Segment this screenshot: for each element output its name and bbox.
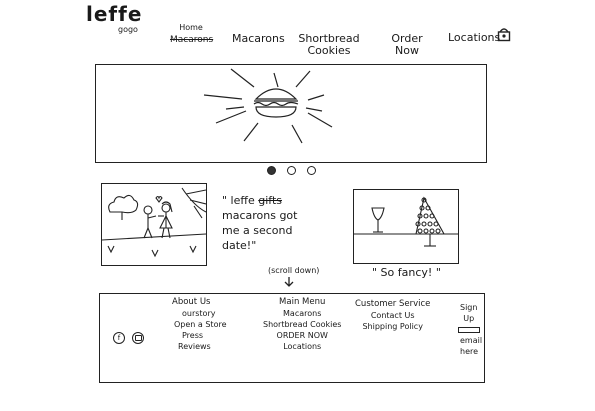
scroll-hint: (scroll down) <box>268 266 320 275</box>
email-label: email here <box>460 336 483 356</box>
nav-locations[interactable]: Locations <box>448 32 500 44</box>
footer-menu-heading[interactable]: Main Menu <box>263 297 341 308</box>
footer-link-shipping[interactable]: Shipping Policy <box>355 321 430 332</box>
footer-link-open-store[interactable]: Open a Store <box>172 319 227 330</box>
nav-order-now[interactable]: Order Now <box>382 33 432 57</box>
footer-menu-column: Main Menu Macarons Shortbread Cookies OR… <box>263 297 341 352</box>
footer-link-order-now[interactable]: ORDER NOW <box>263 330 341 341</box>
signup-heading: Sign Up <box>460 303 478 323</box>
carousel-dot-2[interactable] <box>287 166 296 175</box>
macaron-illustration <box>203 68 333 144</box>
testimonial-quote: " leffe gifts macarons got me a second d… <box>222 193 297 253</box>
footer-link-press[interactable]: Press <box>172 330 227 341</box>
footer-link-locations[interactable]: Locations <box>263 341 341 352</box>
down-arrow-icon <box>284 277 294 287</box>
quote-prefix: " leffe <box>222 194 255 207</box>
carousel-dot-3[interactable] <box>307 166 316 175</box>
footer-about-heading[interactable]: About Us <box>172 297 227 308</box>
nav-shortbread-cookies[interactable]: Shortbread Cookies <box>298 33 360 57</box>
footer-about-column: About Us ourstory Open a Store Press Rev… <box>172 297 227 352</box>
footer-link-reviews[interactable]: Reviews <box>172 341 227 352</box>
hero-banner <box>95 64 487 163</box>
logo-wordmark[interactable]: leffe <box>86 2 142 26</box>
couple-drawing <box>102 187 206 258</box>
nav-home-struck-label: Macarons <box>170 35 214 45</box>
logo-subtext: gogo <box>118 25 138 34</box>
carousel-dots <box>267 166 316 175</box>
footer-link-shortbread[interactable]: Shortbread Cookies <box>263 319 341 330</box>
nav-macarons[interactable]: Macarons <box>232 33 285 45</box>
footer-service-heading[interactable]: Customer Service <box>355 299 430 310</box>
instagram-icon[interactable] <box>132 332 144 344</box>
nav-home-label: Home <box>179 23 203 32</box>
quote-body: macarons got me a second date!" <box>222 209 298 252</box>
footer-service-column: Customer Service Contact Us Shipping Pol… <box>355 299 430 332</box>
footer-link-contact[interactable]: Contact Us <box>355 310 430 321</box>
couple-image <box>101 183 207 266</box>
footer-link-macarons[interactable]: Macarons <box>263 308 341 319</box>
carousel-dot-1[interactable] <box>267 166 276 175</box>
footer-link-ourstory[interactable]: ourstory <box>172 308 227 319</box>
testimonial-caption: " So fancy! " <box>372 266 441 279</box>
facebook-icon[interactable]: f <box>113 332 125 344</box>
quote-struck-word: gifts <box>258 194 282 207</box>
bag-icon[interactable] <box>497 26 511 42</box>
nav-home[interactable]: Home Macarons <box>170 22 214 46</box>
tower-drawing <box>354 196 458 247</box>
email-input[interactable] <box>458 327 480 333</box>
dessert-table-image <box>353 189 459 264</box>
